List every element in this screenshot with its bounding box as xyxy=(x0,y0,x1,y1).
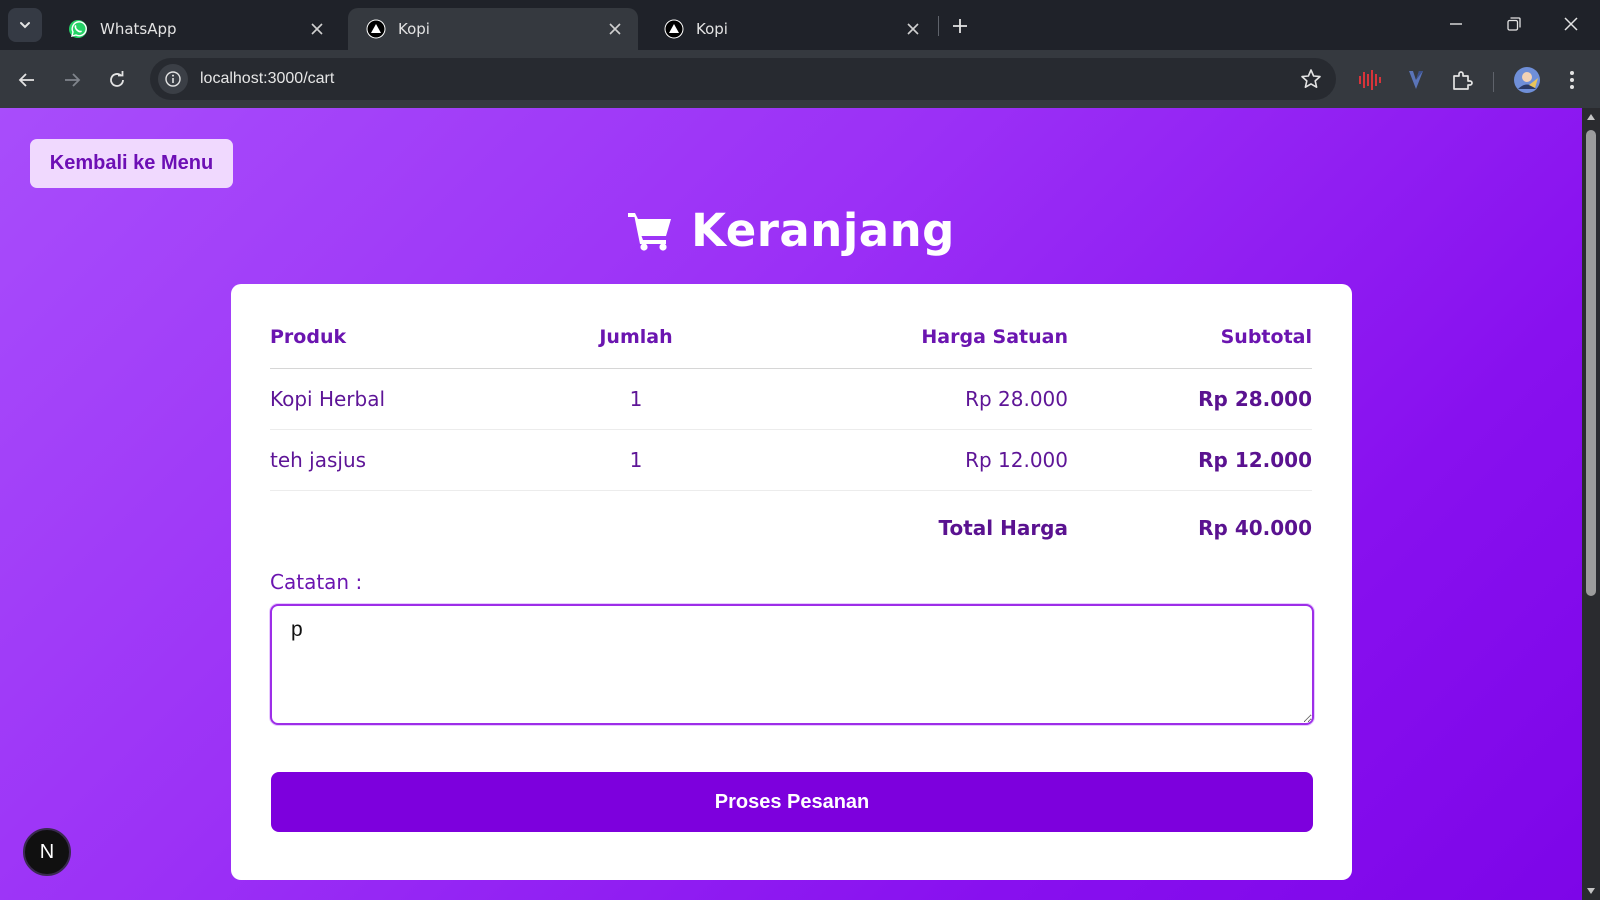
new-tab-button[interactable] xyxy=(946,12,974,40)
process-order-button[interactable]: Proses Pesanan xyxy=(271,772,1313,832)
tab-search-button[interactable] xyxy=(8,8,42,42)
profile-avatar-icon[interactable] xyxy=(1513,66,1541,94)
column-header-quantity: Jumlah xyxy=(599,326,673,348)
total-label: Total Harga xyxy=(938,516,1068,541)
close-icon xyxy=(1564,17,1578,31)
restore-button[interactable] xyxy=(1494,8,1534,40)
cart-page: Kembali ke Menu Keranjang Produk Jumlah … xyxy=(0,108,1582,900)
table-row: Kopi Herbal 1 Rp 28.000 Rp 28.000 xyxy=(270,368,1312,429)
total-value: Rp 40.000 xyxy=(1198,516,1312,541)
unit-price: Rp 12.000 xyxy=(965,447,1068,472)
reload-button[interactable] xyxy=(101,64,133,96)
browser-menu-icon[interactable] xyxy=(1558,66,1586,94)
close-icon[interactable] xyxy=(904,20,922,38)
note-label: Catatan : xyxy=(270,570,363,594)
page-title: Keranjang xyxy=(0,200,1582,260)
product-quantity: 1 xyxy=(629,386,643,411)
reload-icon xyxy=(110,71,124,87)
tab-title: Kopi xyxy=(696,20,728,38)
restore-icon xyxy=(1507,17,1521,31)
scroll-up-arrow-icon[interactable] xyxy=(1586,113,1596,121)
address-bar[interactable]: localhost:3000/cart xyxy=(150,58,1336,100)
close-icon[interactable] xyxy=(606,20,624,38)
row-subtotal: Rp 12.000 xyxy=(1198,447,1312,472)
forward-nav-button[interactable] xyxy=(56,64,88,96)
bookmark-star-icon[interactable] xyxy=(1300,68,1322,90)
column-header-subtotal: Subtotal xyxy=(1220,326,1312,348)
cart-table: Produk Jumlah Harga Satuan Subtotal Kopi… xyxy=(270,320,1312,560)
minimize-button[interactable] xyxy=(1436,8,1476,40)
product-quantity: 1 xyxy=(629,447,643,472)
column-header-product: Produk xyxy=(270,326,347,348)
cart-card: Produk Jumlah Harga Satuan Subtotal Kopi… xyxy=(231,284,1352,880)
note-textarea[interactable]: p xyxy=(270,604,1314,725)
nextjs-dev-indicator[interactable]: N xyxy=(23,828,71,876)
product-name: teh jasjus xyxy=(270,447,367,472)
tab-strip: WhatsApp Kopi Kopi xyxy=(0,0,1600,50)
extension-shield-icon[interactable] xyxy=(1402,66,1430,94)
tab-whatsapp[interactable]: WhatsApp xyxy=(50,8,340,50)
close-window-button[interactable] xyxy=(1551,8,1591,40)
whatsapp-icon xyxy=(69,20,87,38)
tab-kopi-active[interactable]: Kopi xyxy=(348,8,638,50)
extensions-puzzle-icon[interactable] xyxy=(1448,66,1476,94)
tab-separator xyxy=(938,16,939,36)
unit-price: Rp 28.000 xyxy=(965,386,1068,411)
scrollbar-thumb[interactable] xyxy=(1586,130,1596,596)
tab-kopi[interactable]: Kopi xyxy=(646,8,936,50)
chevron-down-icon xyxy=(20,22,30,29)
page-title-text: Keranjang xyxy=(691,203,955,257)
vercel-triangle-icon xyxy=(366,19,386,39)
close-icon[interactable] xyxy=(308,20,326,38)
row-subtotal: Rp 28.000 xyxy=(1198,386,1312,411)
back-nav-button[interactable] xyxy=(11,64,43,96)
table-header-row: Produk Jumlah Harga Satuan Subtotal xyxy=(270,320,1312,368)
tab-title: Kopi xyxy=(398,20,430,38)
total-row: Total Harga Rp 40.000 xyxy=(270,490,1312,560)
shopping-cart-icon xyxy=(628,213,672,251)
vercel-triangle-icon xyxy=(664,19,684,39)
column-header-unit-price: Harga Satuan xyxy=(921,326,1068,348)
extension-audio-icon[interactable] xyxy=(1356,66,1384,94)
arrow-left-icon xyxy=(18,73,34,87)
site-info-icon[interactable] xyxy=(158,64,188,94)
toolbar-divider xyxy=(1493,72,1494,92)
address-url[interactable]: localhost:3000/cart xyxy=(200,70,334,88)
minimize-icon xyxy=(1450,23,1462,25)
table-row: teh jasjus 1 Rp 12.000 Rp 12.000 xyxy=(270,429,1312,490)
arrow-right-icon xyxy=(65,73,81,87)
back-to-menu-button[interactable]: Kembali ke Menu xyxy=(30,139,233,188)
tab-title: WhatsApp xyxy=(100,20,177,38)
page-scrollbar[interactable] xyxy=(1582,108,1600,900)
browser-toolbar: localhost:3000/cart xyxy=(0,50,1600,108)
scroll-down-arrow-icon[interactable] xyxy=(1586,887,1596,895)
plus-icon xyxy=(953,19,967,33)
product-name: Kopi Herbal xyxy=(270,386,386,411)
